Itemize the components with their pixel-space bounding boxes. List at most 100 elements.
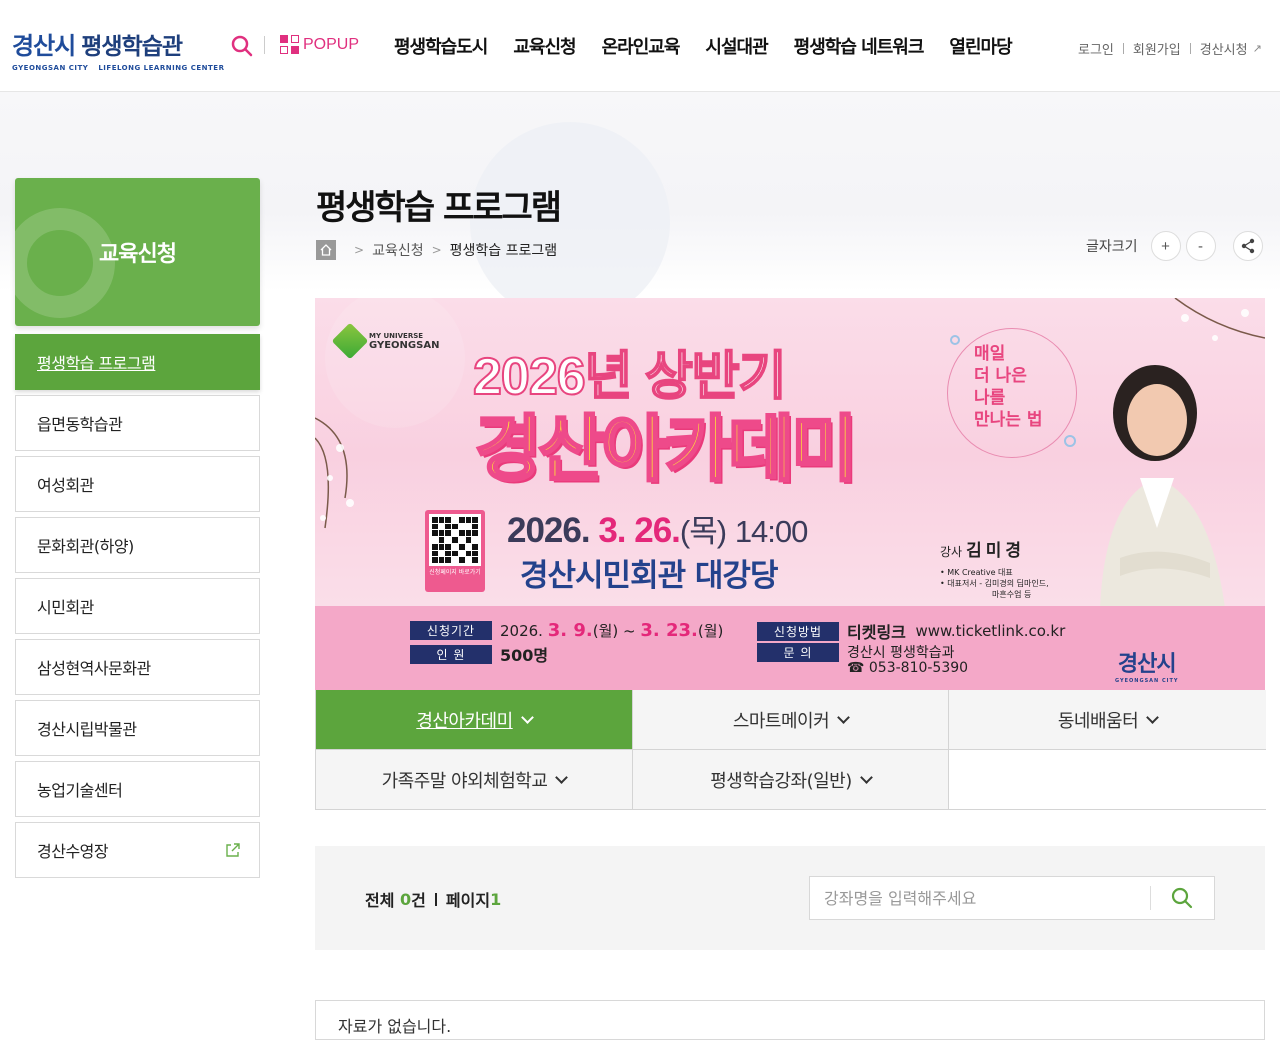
gyeongsan-diamond-icon: [331, 322, 369, 360]
lecturer-info: 강사 김미경 • MK Creative 대표 • 대표저서 - 김미경의 딥마인…: [940, 536, 1049, 600]
font-increase-button[interactable]: +: [1150, 231, 1181, 261]
nav-lifelong-city[interactable]: 평생학습도시: [394, 33, 488, 59]
search-icon[interactable]: [230, 34, 254, 58]
util-separator: [1189, 43, 1191, 54]
tab-general-courses[interactable]: 평생학습강좌(일반): [633, 750, 949, 810]
nav-open-forum[interactable]: 열린마당: [949, 33, 1012, 59]
chevron-down-icon: [1146, 710, 1160, 724]
util-separator: [1122, 43, 1124, 54]
sidebar-menu: 평생학습 프로그램 읍면동학습관 여성회관 문화회관(하양) 시민회관 삼성현역…: [15, 334, 260, 883]
chevron-down-icon: [555, 770, 569, 784]
nav-online-education[interactable]: 온라인교육: [602, 33, 681, 59]
result-count: 전체 0건 페이지 1: [365, 887, 501, 911]
page-number: 1: [490, 889, 502, 909]
date-weekday: (목): [679, 514, 727, 549]
total-unit: 건: [411, 891, 426, 910]
sidebar-item-lifelong-program[interactable]: 평생학습 프로그램: [15, 334, 260, 390]
tab-label: 가족주말 야외체험학교: [381, 770, 548, 792]
period-tag: 신청기간: [410, 621, 492, 640]
sidebar-title-box: 교육신청: [15, 178, 260, 326]
date-time: 14:00: [734, 514, 809, 549]
utility-links: 로그인 회원가입 경산시청 ↗: [1078, 39, 1262, 58]
event-date: 2026. 3. 26.(목) 14:00: [507, 506, 809, 551]
banner-info-strip: 신청기간 2026. 3. 9. (월) ~ 3. 23. (월) 인 원 500명…: [315, 606, 1265, 690]
period-end-day: (월): [697, 622, 724, 640]
font-decrease-button[interactable]: -: [1185, 231, 1216, 261]
capacity-tag: 인 원: [410, 644, 492, 664]
home-icon[interactable]: [316, 240, 336, 260]
period-start-day: (월) ~: [592, 622, 636, 640]
site-header: 경산시 평생학습관 GYEONGSAN CITY LIFELONG LEARNI…: [0, 0, 1280, 92]
lecturer-line: • MK Creative 대표: [940, 568, 1013, 577]
total-count: 0: [400, 889, 412, 909]
site-logo[interactable]: 경산시 평생학습관 GYEONGSAN CITY LIFELONG LEARNI…: [12, 26, 224, 72]
banner-slogan: 매일 더 나은 나를 만나는 법: [947, 328, 1077, 458]
tab-gyeongsan-academy[interactable]: 경산아카데미: [316, 690, 633, 750]
method-name: 티켓링크: [847, 623, 906, 642]
lecturer-line: • 대표저서 - 김미경의 딥마인드,: [940, 579, 1049, 588]
lecturer-photo: [1100, 365, 1225, 608]
total-label: 전체: [365, 891, 395, 910]
empty-list-message: 자료가 없습니다.: [315, 1000, 1265, 1040]
nav-education-apply[interactable]: 교육신청: [513, 33, 576, 59]
sidebar-item-women-center[interactable]: 여성회관: [15, 456, 260, 512]
sidebar-item-town-center[interactable]: 읍면동학습관: [15, 395, 260, 451]
application-method: 신청방법 티켓링크 www.ticketlink.co.kr: [757, 619, 1065, 643]
tab-family-weekend[interactable]: 가족주말 야외체험학교: [316, 750, 633, 810]
popup-icon: [280, 35, 299, 54]
nav-network[interactable]: 평생학습 네트워크: [794, 33, 925, 59]
date-year: 2026.: [507, 511, 591, 550]
lecturer-name: 김미경: [966, 541, 1026, 561]
nav-facility-rental[interactable]: 시설대관: [705, 33, 768, 59]
banner-logo-main: GYEONGSAN: [369, 340, 440, 351]
banner-logo: MY UNIVERSE GYEONGSAN: [331, 322, 440, 360]
city-site-link[interactable]: 경산시청: [1200, 39, 1248, 58]
external-link-icon: [225, 842, 241, 858]
chevron-down-icon: [859, 770, 873, 784]
period-start: 3. 9.: [547, 620, 593, 641]
search-button[interactable]: [1151, 877, 1213, 919]
sidebar-item-culture-hall[interactable]: 문화회관(하양): [15, 517, 260, 573]
inquiry: 문 의 경산시 평생학습과: [757, 642, 955, 662]
inquiry-org: 경산시 평생학습과: [847, 645, 955, 661]
tab-neighborhood-school[interactable]: 동네배움터: [949, 690, 1266, 750]
inquiry-phone: ☎ 053-810-5390: [847, 660, 969, 676]
capacity: 인 원 500명: [410, 642, 548, 666]
join-link[interactable]: 회원가입: [1133, 39, 1181, 58]
sidebar-item-history-hall[interactable]: 삼성현역사문화관: [15, 639, 260, 695]
tab-smart-maker[interactable]: 스마트메이커: [633, 690, 949, 750]
program-tabs: 경산아카데미 스마트메이커 동네배움터 가족주말 야외체험학교 평생학습강좌(일…: [315, 690, 1266, 810]
lecturer-line: 마흔수업 등: [992, 590, 1032, 599]
qr-code: 신청페이지 바로가기: [425, 510, 485, 592]
logo-sub-center: LIFELONG LEARNING CENTER: [98, 64, 225, 72]
lecturer-label: 강사: [940, 545, 963, 559]
date-month-day: 3. 26.: [598, 511, 681, 550]
breadcrumb: > 교육신청 > 평생학습 프로그램: [316, 240, 557, 260]
logo-sub-city: GYEONGSAN CITY: [12, 64, 89, 72]
popup-button[interactable]: POPUP: [280, 35, 359, 54]
breadcrumb-item[interactable]: 교육신청: [372, 240, 424, 260]
banner-headline-2: 경산아카데미: [473, 409, 858, 492]
banner-logo-top: MY UNIVERSE: [369, 332, 424, 340]
popup-label: POPUP: [303, 35, 360, 53]
sidebar-item-swimming-pool[interactable]: 경산수영장: [15, 822, 260, 878]
sidebar-item-museum[interactable]: 경산시립박물관: [15, 700, 260, 756]
period-year: 2026.: [500, 621, 543, 640]
font-size-label: 글자크기: [1086, 239, 1138, 255]
sidebar-item-agri-center[interactable]: 농업기술센터: [15, 761, 260, 817]
share-button[interactable]: [1232, 231, 1263, 261]
inquiry-tag: 문 의: [757, 642, 839, 662]
banner-city-logo: 경산시 GYEONGSAN CITY: [1115, 646, 1179, 684]
sidebar-item-citizen-hall[interactable]: 시민회관: [15, 578, 260, 634]
page-title: 평생학습 프로그램: [316, 188, 562, 228]
qr-code-icon: [429, 514, 481, 566]
event-venue: 경산시민회관 대강당: [520, 558, 778, 594]
application-period: 신청기간 2026. 3. 9. (월) ~ 3. 23. (월): [410, 620, 723, 641]
search-icon: [1171, 887, 1193, 909]
login-link[interactable]: 로그인: [1078, 39, 1114, 58]
tab-empty-cell: [949, 750, 1266, 810]
course-search-input[interactable]: [810, 878, 1150, 918]
count-separator: [434, 892, 437, 906]
logo-center-text: 평생학습관: [81, 34, 183, 60]
period-end: 3. 23.: [640, 620, 698, 641]
